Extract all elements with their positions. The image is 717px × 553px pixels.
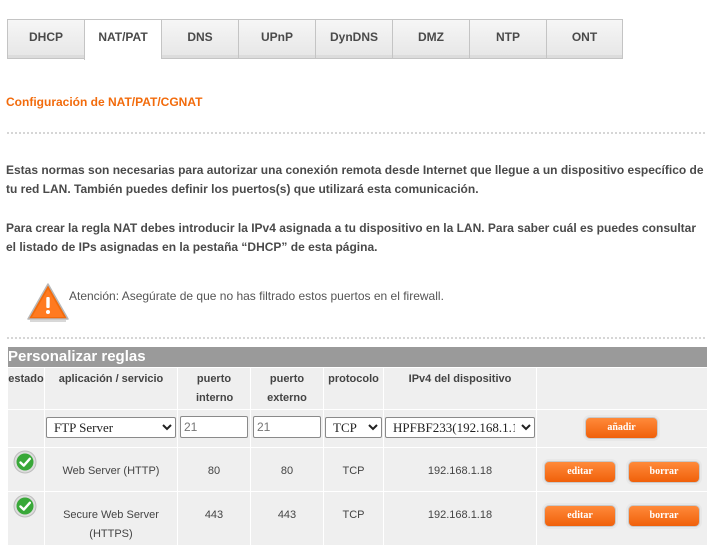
delete-button[interactable]: borrar [628,505,700,527]
tab-nat-pat[interactable]: NAT/PAT [84,19,161,60]
header-ipv4: IPv4 del dispositivo [384,368,536,409]
header-puerto-externo: puerto externo [251,368,323,409]
row-1-ip: 192.168.1.18 [384,448,536,491]
external-port-input[interactable] [253,416,321,438]
service-select[interactable]: FTP Server [46,417,176,438]
row-2-external-port: 443 [251,492,323,545]
row-1-internal-port: 80 [178,448,250,491]
header-protocolo: protocolo [324,368,383,409]
divider [6,132,706,134]
tab-dns[interactable]: DNS [161,19,238,59]
row-2-service: Secure Web Server (HTTPS) [45,492,177,545]
new-rule-status-cell [8,410,44,447]
row-2-ip: 192.168.1.18 [384,492,536,545]
add-rule-button[interactable]: añadir [585,417,658,439]
rules-table-title: Personalizar reglas [8,347,707,367]
device-select[interactable]: HPFBF233(192.168.1.1 [385,417,535,438]
check-icon [13,494,37,518]
divider [6,337,706,339]
warning-text: Atención: Asegúrate de que no has filtra… [69,289,444,303]
protocol-select[interactable]: TCP [325,417,382,438]
internal-port-input[interactable] [180,416,248,438]
row-1-service: Web Server (HTTP) [45,448,177,491]
edit-button[interactable]: editar [544,505,616,527]
row-1-protocol: TCP [324,448,383,491]
row-1-external-port: 80 [251,448,323,491]
delete-button[interactable]: borrar [628,461,700,483]
header-puerto-interno: puerto interno [178,368,250,409]
row-2-internal-port: 443 [178,492,250,545]
row-2-protocol: TCP [324,492,383,545]
intro-paragraph-2: Para crear la regla NAT debes introducir… [6,221,697,254]
header-estado: estado [8,368,44,409]
tab-dmz[interactable]: DMZ [392,19,469,59]
tab-dyndns[interactable]: DynDNS [315,19,392,59]
intro-paragraph-1: Estas normas son necesarias para autoriz… [6,163,704,196]
warning-box: Atención: Asegúrate de que no has filtra… [26,281,626,323]
edit-button[interactable]: editar [544,461,616,483]
header-aplicacion: aplicación / servicio [45,368,177,409]
tab-upnp[interactable]: UPnP [238,19,315,59]
tab-ntp[interactable]: NTP [469,19,546,59]
warning-triangle-icon [27,283,69,322]
check-icon [13,450,37,474]
tab-bar: DHCP NAT/PAT DNS UPnP DynDNS DMZ NTP ONT [7,19,624,60]
section-title: Configuración de NAT/PAT/CGNAT [6,95,203,109]
header-actions [537,368,707,409]
tab-dhcp[interactable]: DHCP [7,19,84,59]
tab-ont[interactable]: ONT [546,19,623,59]
